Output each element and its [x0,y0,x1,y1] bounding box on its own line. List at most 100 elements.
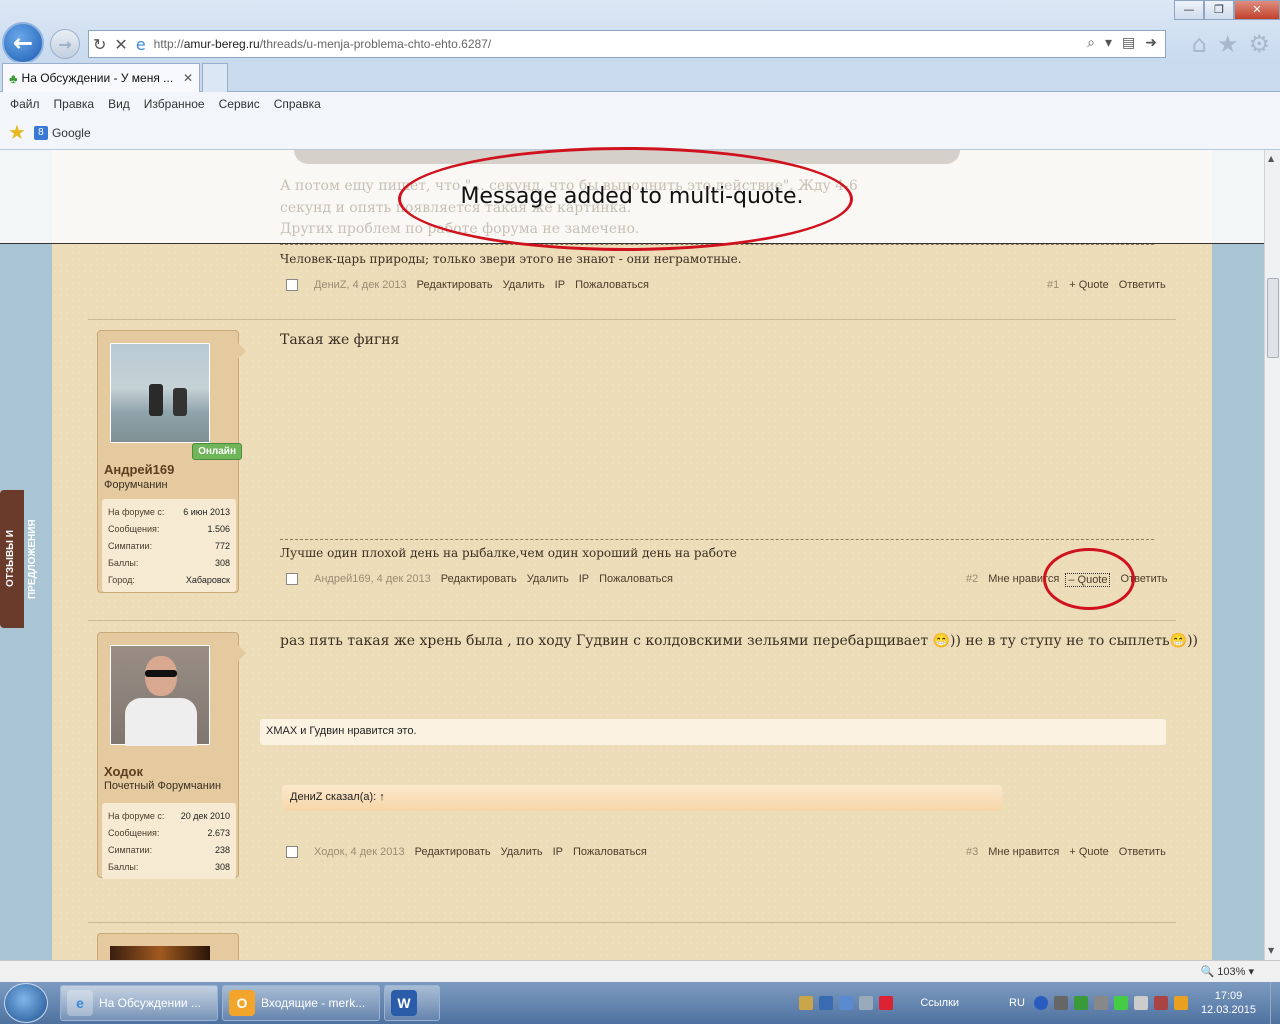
post2-edit-link[interactable]: Редактировать [441,573,517,585]
scroll-thumb[interactable] [1267,278,1279,358]
quicklaunch-icon[interactable] [859,996,874,1010]
post2-avatar[interactable] [110,343,210,443]
menu-view[interactable]: Вид [108,97,130,111]
post2-number[interactable]: #2 [966,573,978,587]
menu-bar: Файл Правка Вид Избранное Сервис Справка [0,92,1280,116]
refresh-icon[interactable]: ↻ [93,35,106,54]
tray-icon[interactable] [1093,996,1108,1010]
post4-quote-header[interactable]: ДениZ сказал(а): ↑ [282,785,1002,811]
userbox-arrow [238,343,246,359]
menu-tools[interactable]: Сервис [219,97,260,111]
menu-edit[interactable]: Правка [54,97,95,111]
post2-username[interactable]: Андрей169 [104,462,174,477]
post3-quote-link[interactable]: + Quote [1069,846,1108,858]
fav-google-link[interactable]: 8 Google [33,125,91,140]
post1-author-date[interactable]: ДениZ, 4 дек 2013 [314,279,407,291]
tray-icon[interactable] [1053,996,1068,1010]
search-icon[interactable]: ⌕ [1087,35,1095,51]
post1-edit-link[interactable]: Редактировать [417,279,493,291]
userbox-arrow [238,645,246,661]
quicklaunch-icon[interactable] [879,996,894,1010]
links-label[interactable]: Ссылки [920,997,959,1009]
favorites-add-icon[interactable]: ★ [8,120,26,145]
post3-edit-link[interactable]: Редактировать [415,846,491,858]
post3-reply-link[interactable]: Ответить [1119,846,1166,858]
menu-file[interactable]: Файл [10,97,40,111]
quicklaunch-icon[interactable] [799,996,814,1010]
compat-view-icon[interactable]: ▤ [1122,35,1135,51]
home-icon[interactable]: ⌂ [1192,30,1207,58]
post1-select-checkbox[interactable] [286,279,298,291]
gear-icon[interactable]: ⚙ [1248,30,1270,58]
tab-close-icon[interactable]: ✕ [183,71,193,85]
post1-signature: Человек-царь природы; только звери этого… [280,252,742,266]
post3-ip-link[interactable]: IP [553,846,563,858]
help-icon[interactable] [1033,996,1048,1010]
tray-icon[interactable] [1073,996,1088,1010]
tray-icon[interactable] [1173,996,1188,1010]
post3-author-date[interactable]: Ходок, 4 дек 2013 [314,846,405,858]
post1-reply-link[interactable]: Ответить [1119,279,1166,291]
signature-divider [280,539,1154,540]
tab-active[interactable]: ♣ На Обсуждении - У меня ... ✕ [2,63,200,92]
post1-delete-link[interactable]: Удалить [503,279,545,291]
action-center-icon[interactable] [1133,996,1148,1010]
menu-help[interactable]: Справка [274,97,321,111]
go-icon[interactable]: ➜ [1145,35,1157,51]
clock[interactable]: 17:09 12.03.2015 [1201,989,1256,1017]
volume-icon[interactable] [1153,996,1168,1010]
task-ie[interactable]: e На Обсуждении ... [60,985,218,1021]
url-text[interactable]: http://amur-bereg.ru/threads/u-menja-pro… [154,37,492,51]
tray-icon[interactable] [1113,996,1128,1010]
post-separator [88,620,1176,621]
restore-button[interactable]: ❐ [1204,0,1234,20]
post2-delete-link[interactable]: Удалить [527,573,569,585]
post4-userbox [97,933,239,963]
post3-likes-summary[interactable]: XMAX и Гудвин нравится это. [260,719,1166,745]
forward-button[interactable]: → [50,29,80,59]
back-button[interactable]: ← [2,22,44,64]
post3-like-link[interactable]: Мне нравится [988,846,1059,858]
vertical-scrollbar[interactable]: ▲ ▼ [1264,150,1280,960]
zoom-level[interactable]: 🔍 103% ▾ [1201,965,1254,978]
post3-report-link[interactable]: Пожаловаться [573,846,647,858]
quicklaunch-icon[interactable] [839,996,854,1010]
dropdown-icon[interactable]: ▾ [1105,35,1112,51]
post1-report-link[interactable]: Пожаловаться [575,279,649,291]
language-indicator[interactable]: RU [1009,997,1025,1009]
task-outlook[interactable]: O Входящие - merk... [222,985,380,1021]
post2-author-date[interactable]: Андрей169, 4 дек 2013 [314,573,431,585]
start-button[interactable] [4,983,48,1023]
post2-user-title: Форумчанин [104,479,168,491]
post1-quote-link[interactable]: + Quote [1069,279,1108,291]
post2-report-link[interactable]: Пожаловаться [599,573,673,585]
post2-select-checkbox[interactable] [286,573,298,585]
scroll-up-icon[interactable]: ▲ [1268,154,1274,163]
close-window-button[interactable]: ✕ [1234,0,1280,20]
menu-favorites[interactable]: Избранное [144,97,205,111]
post3-username[interactable]: Ходок [104,764,143,779]
tab-title: На Обсуждении - У меня ... [21,71,174,85]
post2-ip-link[interactable]: IP [579,573,589,585]
post3-delete-link[interactable]: Удалить [501,846,543,858]
post1-number[interactable]: #1 [1047,279,1059,291]
stat-row: На форуме с: 20 дек 2010 [108,810,230,821]
stat-row: Сообщения: 1.506 [108,523,230,534]
post3-number[interactable]: #3 [966,846,978,858]
browser-tools: ⌂ ★ ⚙ [1192,30,1270,58]
post3-select-checkbox[interactable] [286,846,298,858]
favorites-star-icon[interactable]: ★ [1217,30,1239,58]
scroll-down-icon[interactable]: ▼ [1268,946,1274,955]
quicklaunch-icon[interactable] [819,996,834,1010]
minimize-button[interactable]: — [1174,0,1204,20]
feedback-tab[interactable]: ОТЗЫВЫ И ПРЕДЛОЖЕНИЯ [0,490,38,628]
post3-avatar[interactable] [110,645,210,746]
task-word[interactable]: W [384,985,440,1021]
stop-icon[interactable]: ✕ [114,35,127,54]
show-desktop-button[interactable] [1270,982,1280,1024]
new-tab-button[interactable] [202,63,228,92]
post1-ip-link[interactable]: IP [555,279,565,291]
ie-page-icon: e [135,34,146,54]
address-bar[interactable]: ↻ ✕ e http://amur-bereg.ru/threads/u-men… [88,30,1166,58]
post2-userbox: Онлайн Андрей169 Форумчанин На форуме с:… [97,330,246,593]
